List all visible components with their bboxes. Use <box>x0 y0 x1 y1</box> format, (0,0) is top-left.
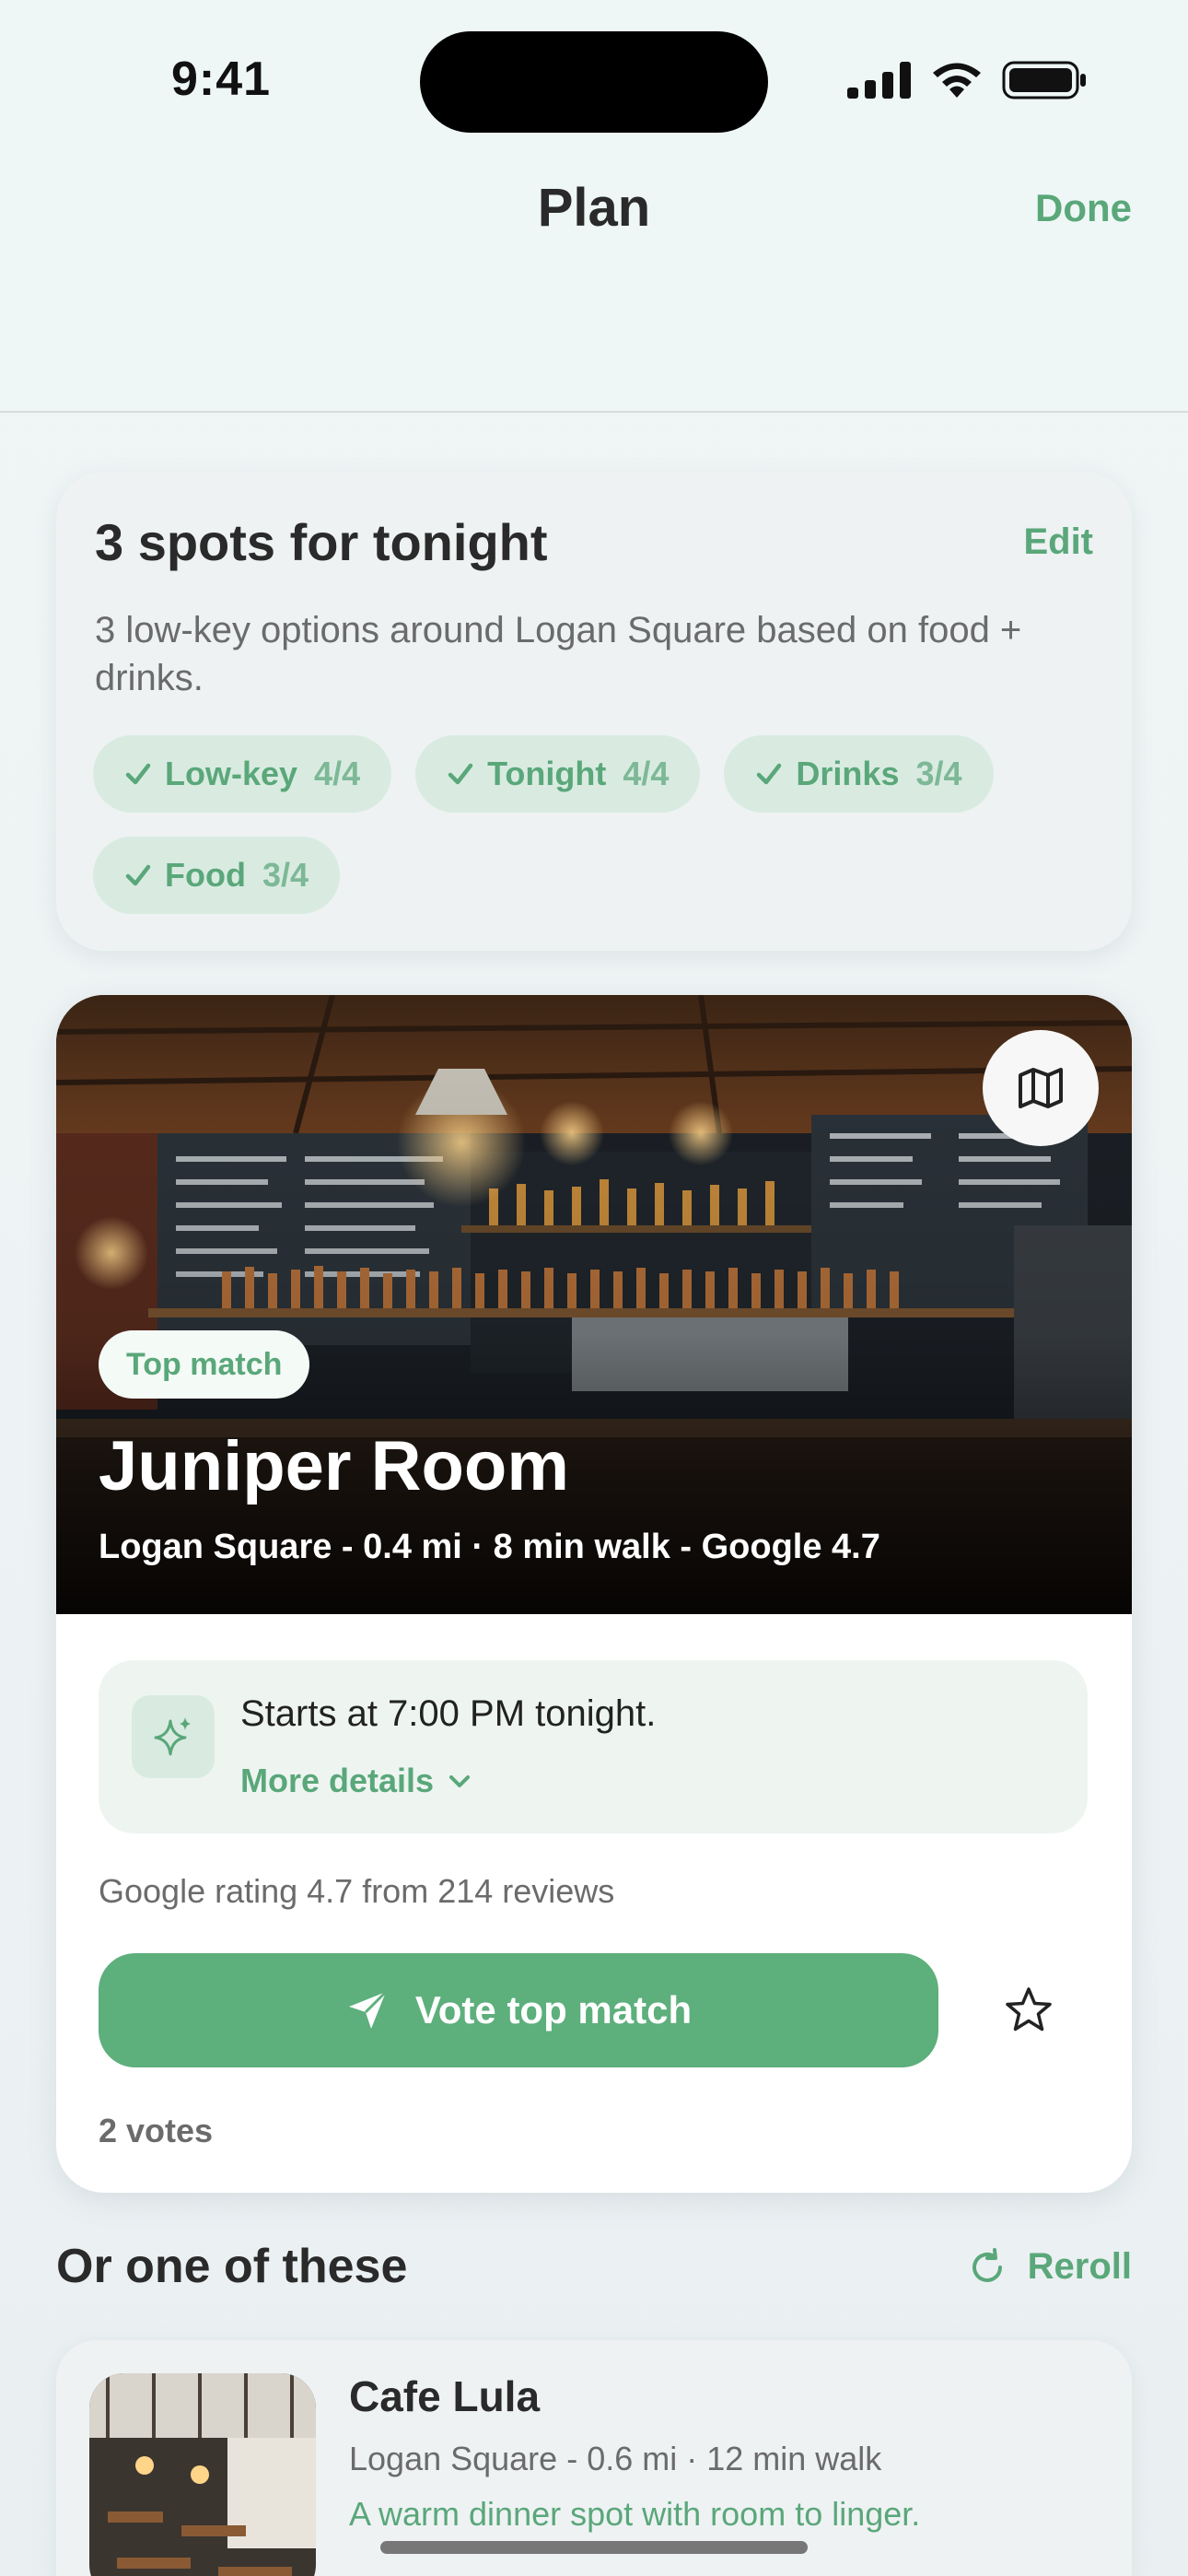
sparkle-icon <box>154 1717 191 1756</box>
reroll-icon <box>972 2247 1002 2282</box>
event-info-box: Starts at 7:00 PM tonight. More details <box>99 1660 1088 1833</box>
bar-interior-image <box>56 995 1132 1614</box>
reroll-button[interactable]: Reroll <box>967 2246 1132 2288</box>
status-icons <box>847 57 1087 103</box>
chip-label: Food <box>165 856 246 894</box>
check-icon <box>125 864 151 886</box>
map-icon <box>1019 1068 1063 1108</box>
cafe-interior-image <box>89 2373 316 2576</box>
alternative-meta: Logan Square - 0.6 mi · 12 min walk <box>349 2440 882 2477</box>
check-icon <box>125 763 151 785</box>
dynamic-island <box>420 31 768 133</box>
venue-name: Juniper Room <box>99 1427 569 1505</box>
map-button[interactable] <box>983 1030 1099 1146</box>
chip-drinks[interactable]: Drinks 3/4 <box>724 735 994 813</box>
chip-label: Tonight <box>487 755 607 792</box>
top-bar: 9:41 Plan Done <box>0 0 1188 413</box>
alternative-name: Cafe Lula <box>349 2372 541 2420</box>
venue-meta: Logan Square - 0.4 mi · 8 min walk - Goo… <box>99 1528 880 1566</box>
top-match-card: Top match Juniper Room Logan Square - 0.… <box>56 995 1132 2193</box>
chip-food[interactable]: Food 3/4 <box>93 837 341 914</box>
home-indicator[interactable] <box>380 2541 808 2554</box>
chip-count: 4/4 <box>314 755 361 792</box>
event-start-text: Starts at 7:00 PM tonight. <box>240 1693 657 1734</box>
done-button[interactable]: Done <box>1035 186 1132 230</box>
more-details-label: More details <box>240 1762 435 1799</box>
chip-tonight[interactable]: Tonight 4/4 <box>415 735 701 813</box>
status-time: 9:41 <box>171 53 272 106</box>
chip-count: 3/4 <box>262 856 309 894</box>
alternative-description: A warm dinner spot with room to linger. <box>349 2495 921 2533</box>
venue-photo[interactable]: Top match Juniper Room Logan Square - 0.… <box>56 995 1132 1614</box>
chip-low-key[interactable]: Low-key 4/4 <box>93 735 392 813</box>
edit-button[interactable]: Edit <box>1023 521 1093 563</box>
summary-title: 3 spots for tonight <box>95 513 548 571</box>
rating-line: Google rating 4.7 from 214 reviews <box>99 1872 615 1910</box>
chip-count: 4/4 <box>623 755 670 792</box>
plan-summary-card: 3 spots for tonight Edit 3 low-key optio… <box>56 472 1132 951</box>
vote-button-label: Vote top match <box>414 1988 693 2032</box>
star-icon <box>1006 1987 1052 2032</box>
chip-count: 3/4 <box>915 755 962 792</box>
send-icon <box>348 1990 387 2029</box>
check-icon <box>757 763 782 785</box>
battery-icon <box>1002 61 1086 100</box>
chevron-down-icon <box>449 1775 471 1787</box>
chip-label: Drinks <box>796 755 900 792</box>
vote-count: 2 votes <box>99 2112 214 2149</box>
alternatives-title: Or one of these <box>56 2240 408 2293</box>
page-title: Plan <box>537 178 651 238</box>
top-match-badge: Top match <box>99 1330 310 1399</box>
alternative-photo <box>89 2373 316 2576</box>
summary-description: 3 low-key options around Logan Square ba… <box>95 610 1022 698</box>
vote-top-match-button[interactable]: Vote top match <box>99 1953 938 2067</box>
criteria-chips: Low-key 4/4 Tonight 4/4 Drinks 3/4 Food … <box>93 735 1106 914</box>
signal-icon <box>847 62 911 99</box>
more-details-link[interactable]: More details <box>240 1762 472 1800</box>
check-icon <box>448 763 473 785</box>
sparkle-badge <box>132 1695 215 1778</box>
favorite-button[interactable] <box>990 1972 1067 2049</box>
wifi-icon <box>933 63 981 98</box>
chip-label: Low-key <box>165 755 298 792</box>
reroll-label: Reroll <box>1027 2246 1132 2287</box>
